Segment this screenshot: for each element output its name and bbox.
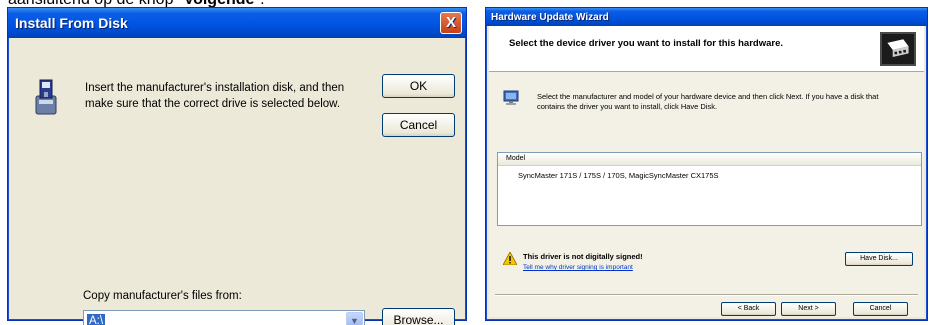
wizard-titlebar[interactable]: Hardware Update Wizard	[486, 8, 927, 26]
close-button[interactable]: X	[440, 12, 462, 34]
chevron-down-icon[interactable]: ▼	[346, 312, 363, 325]
wizard-instructions: Select the manufacturer and model of you…	[537, 92, 879, 111]
have-disk-button[interactable]: Have Disk...	[845, 252, 913, 266]
install-instructions: Insert the manufacturer's installation d…	[85, 82, 345, 110]
driver-signing-link[interactable]: Tell me why driver signing is important	[523, 264, 633, 271]
wizard-cancel-button[interactable]: Cancel	[853, 302, 908, 316]
wizard-title: Hardware Update Wizard	[491, 11, 609, 23]
close-icon: X	[445, 14, 456, 31]
wizard-header-title: Select the device driver you want to ins…	[509, 38, 783, 49]
ok-button[interactable]: OK	[382, 74, 455, 98]
copy-from-value: A:\	[87, 314, 106, 325]
warning-icon	[503, 252, 517, 265]
list-item[interactable]: SyncMaster 171S / 175S / 170S, MagicSync…	[498, 166, 921, 180]
install-dialog-title: Install From Disk	[15, 15, 128, 31]
next-button[interactable]: Next >	[781, 302, 836, 316]
back-button[interactable]: < Back	[721, 302, 776, 316]
model-column-header[interactable]: Model	[498, 153, 921, 166]
browse-button[interactable]: Browse...	[382, 308, 455, 325]
model-listbox[interactable]: Model SyncMaster 171S / 175S / 170S, Mag…	[497, 152, 922, 226]
hardware-card-icon	[880, 32, 916, 66]
wizard-body: Select the manufacturer and model of you…	[489, 72, 924, 317]
cancel-button[interactable]: Cancel	[382, 113, 455, 137]
install-dialog-body: Insert the manufacturer's installation d…	[11, 38, 463, 325]
install-from-disk-dialog: Install From Disk X Insert the manufactu…	[7, 7, 467, 325]
copy-from-combobox[interactable]: A:\ ▼	[83, 310, 365, 325]
wizard-separator	[495, 294, 918, 296]
unsigned-driver-warning: This driver is not digitally signed!	[523, 252, 643, 261]
copy-files-label: Copy manufacturer's files from:	[83, 290, 242, 302]
wizard-header: Select the device driver you want to ins…	[489, 26, 924, 72]
floppy-drive-icon	[35, 79, 57, 115]
install-dialog-titlebar[interactable]: Install From Disk X	[8, 8, 466, 38]
hardware-update-wizard: Hardware Update Wizard Select the device…	[485, 7, 928, 321]
monitor-icon	[503, 90, 519, 105]
